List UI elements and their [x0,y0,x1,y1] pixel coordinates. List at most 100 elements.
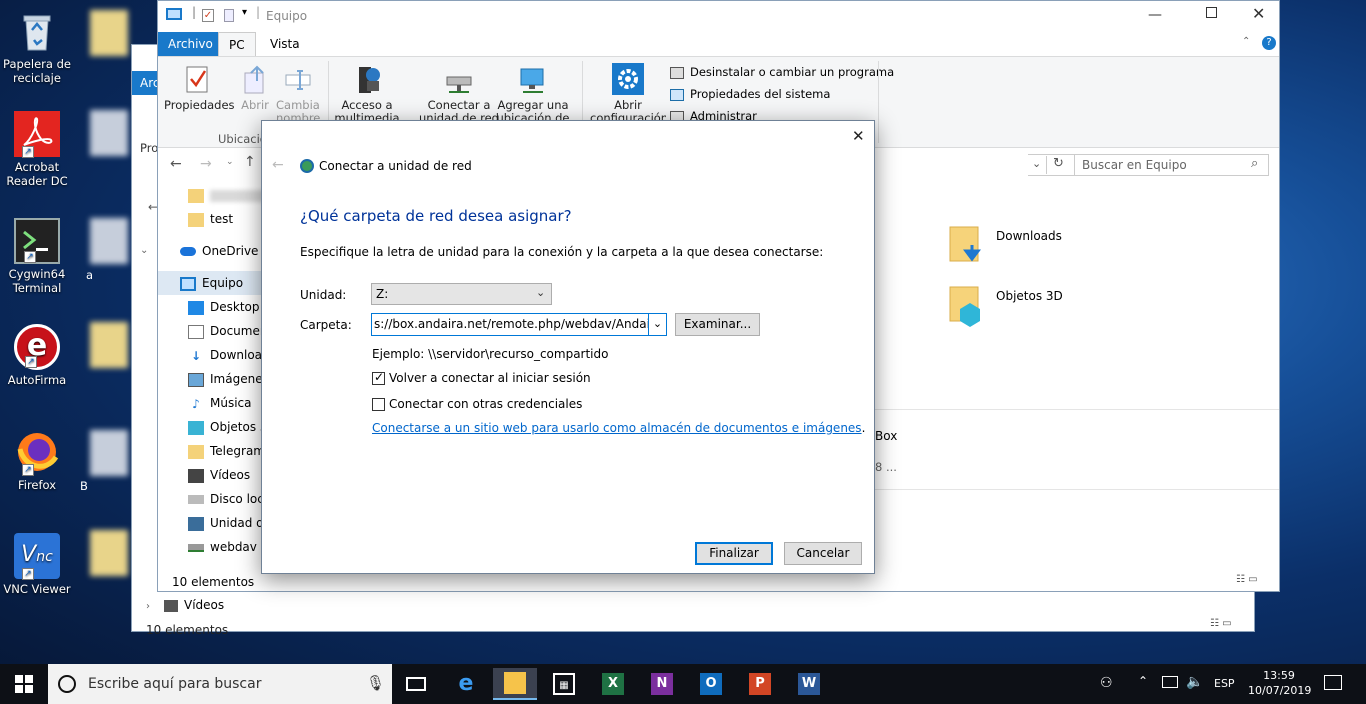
dialog-title: Conectar a unidad de red [319,159,472,173]
show-hidden-icons[interactable]: ⌃ [1138,674,1148,688]
film-icon [188,468,204,483]
maximize-icon[interactable] [1206,7,1217,18]
desktop-icon-cygwin[interactable]: ↗ Cygwin64 Terminal [2,218,72,295]
nav-item[interactable]: Vídeos [188,463,264,487]
up-arrow-icon[interactable]: ↑ [244,154,256,170]
nav-item-blurred-folder[interactable] [188,183,264,207]
properties-quick-icon[interactable]: ✓ [202,9,214,22]
objetos3d-label[interactable]: Objetos 3D [996,289,1063,303]
reconnect-checkbox-row[interactable]: ✓ Volver a conectar al iniciar sesión [372,370,591,385]
recent-dropdown-icon[interactable]: ⌄ [226,157,234,167]
help-icon[interactable]: ? [1262,36,1276,50]
firefox-icon: ↗ [14,429,60,476]
abrir-configuracion-button[interactable]: Abrir configuración [590,63,666,121]
reconnect-checkbox[interactable]: ✓ [372,370,385,385]
task-view-button[interactable] [394,668,438,700]
desktop-icon-recycle-bin[interactable]: Papelera de reciclaje [2,8,72,85]
taskbar-powerpoint[interactable]: P [738,668,782,700]
nav-item[interactable]: Documen [188,319,264,343]
taskbar-search[interactable]: Escribe aquí para buscar 🎙 [48,664,392,704]
nav-label: Telegram [210,444,264,458]
back-arrow-icon[interactable]: ← [170,156,182,172]
view-toggle-icon[interactable]: ☷ ▭ [1210,618,1248,629]
finalizar-button[interactable]: Finalizar [695,542,773,565]
close-icon[interactable]: ✕ [1252,4,1265,23]
notifications-icon[interactable] [1324,675,1342,690]
nav-item[interactable]: Disco loca [188,487,264,511]
desktop-icon-vnc[interactable]: Vnc ↗ VNC Viewer [2,533,72,596]
nav-item[interactable]: Desktop [188,295,264,319]
view-toggle-icon[interactable]: ☷ ▭ [1236,574,1258,585]
dialog-close-icon[interactable]: ✕ [852,127,865,145]
nav-item[interactable]: webdav (\ [188,535,264,559]
address-bar[interactable]: ⌄ ↻ [1028,154,1078,176]
back-nav-item-videos[interactable]: › Vídeos [146,598,356,612]
credentials-checkbox[interactable] [372,398,385,411]
cambiar-nombre-button[interactable]: Cambiar nombre [276,63,320,121]
address-dropdown-icon[interactable]: ⌄ [1032,157,1041,170]
back-tab-file[interactable]: Arc [132,71,160,95]
taskbar-store[interactable]: ▦ [542,668,586,700]
taskbar-word[interactable]: W [787,668,831,700]
taskbar-file-explorer[interactable] [493,668,537,700]
nav-item-onedrive[interactable]: OneDrive [180,239,264,263]
clock[interactable]: 13:59 10/07/2019 [1248,668,1311,698]
nav-item[interactable]: Telegram [188,439,264,463]
quick-access-dropdown-icon[interactable]: ▾ [242,7,247,18]
box-drive-label[interactable]: Box [875,429,897,443]
taskbar-edge[interactable]: e [444,668,488,700]
cancelar-button[interactable]: Cancelar [784,542,862,565]
credentials-checkbox-row[interactable]: Conectar con otras credenciales [372,397,582,411]
downloads-folder-icon[interactable] [948,223,988,263]
people-icon[interactable]: ⚇ [1100,675,1113,691]
taskbar-outlook[interactable]: O [689,668,733,700]
volume-icon[interactable]: 🔈 [1186,674,1203,690]
carpeta-input[interactable]: s://box.andaira.net/remote.php/webdav/An… [371,313,667,336]
nav-item[interactable]: ♪ Música [188,391,264,415]
carpeta-dropdown-icon[interactable]: ⌄ [648,314,666,335]
downloads-label[interactable]: Downloads [996,229,1062,243]
taskbar-onenote[interactable]: N [640,668,684,700]
nav-item[interactable]: ↓ Download [188,343,264,367]
examinar-button[interactable]: Examinar... [675,313,760,336]
network-icon[interactable] [1162,676,1178,688]
nav-item-test[interactable]: test [188,207,264,231]
taskbar-excel[interactable]: X [591,668,635,700]
microphone-icon[interactable]: 🎙 [366,674,385,692]
agregar-ubicacion-button[interactable]: Agregar una ubicación de red [488,63,578,121]
abrir-button[interactable]: Abrir [236,63,274,112]
search-box[interactable]: Buscar en Equipo ⌕ [1074,154,1269,176]
collapse-ribbon-icon[interactable]: ⌃ [1242,36,1250,47]
tab-pc[interactable]: PC [218,32,256,56]
refresh-icon[interactable]: ↻ [1053,156,1064,171]
desinstalar-button[interactable]: Desinstalar o cambiar un programa [670,65,894,79]
propiedades-sistema-button[interactable]: Propiedades del sistema [670,87,830,101]
website-link[interactable]: Conectarse a un sitio web para usarlo co… [372,421,862,435]
minimize-icon[interactable]: — [1148,7,1162,23]
acceso-multimedia-button[interactable]: Acceso a multimedia [334,63,400,121]
desktop-icon-firefox[interactable]: ↗ Firefox [2,429,72,492]
dialog-back-arrow-icon[interactable]: ← [272,157,284,173]
objetos3d-folder-icon[interactable] [948,283,988,327]
chevron-down-icon[interactable]: ⌄ [140,245,148,256]
map-network-drive-dialog[interactable]: ✕ ← Conectar a unidad de red ¿Qué carpet… [261,120,875,574]
nav-item-equipo[interactable]: Equipo [158,271,264,295]
new-folder-quick-icon[interactable] [224,9,234,22]
unidad-select[interactable]: Z: ⌄ [371,283,552,305]
search-icon[interactable]: ⌕ [1251,156,1258,171]
computer-icon [166,8,182,20]
desktop-icon-autofirma[interactable]: e ↗ AutoFirma [2,324,72,387]
word-icon: W [798,673,820,695]
nav-item[interactable]: Objetos 3 [188,415,264,439]
desktop-icon-acrobat[interactable]: ↗ Acrobat Reader DC [2,111,72,188]
forward-arrow-icon[interactable]: → [200,156,212,172]
network-drive-icon [443,63,475,95]
start-button[interactable] [0,668,48,700]
propiedades-button[interactable]: Propiedades [164,63,235,112]
language-indicator[interactable]: ESP [1214,677,1235,690]
tab-archivo[interactable]: Archivo [158,32,223,56]
nav-item[interactable]: Imágenes [188,367,264,391]
nav-item[interactable]: Unidad de [188,511,264,535]
tab-vista[interactable]: Vista [260,32,310,56]
navigation-pane[interactable]: test OneDrive Equipo Desktop Documen ↓ Do… [158,181,264,571]
